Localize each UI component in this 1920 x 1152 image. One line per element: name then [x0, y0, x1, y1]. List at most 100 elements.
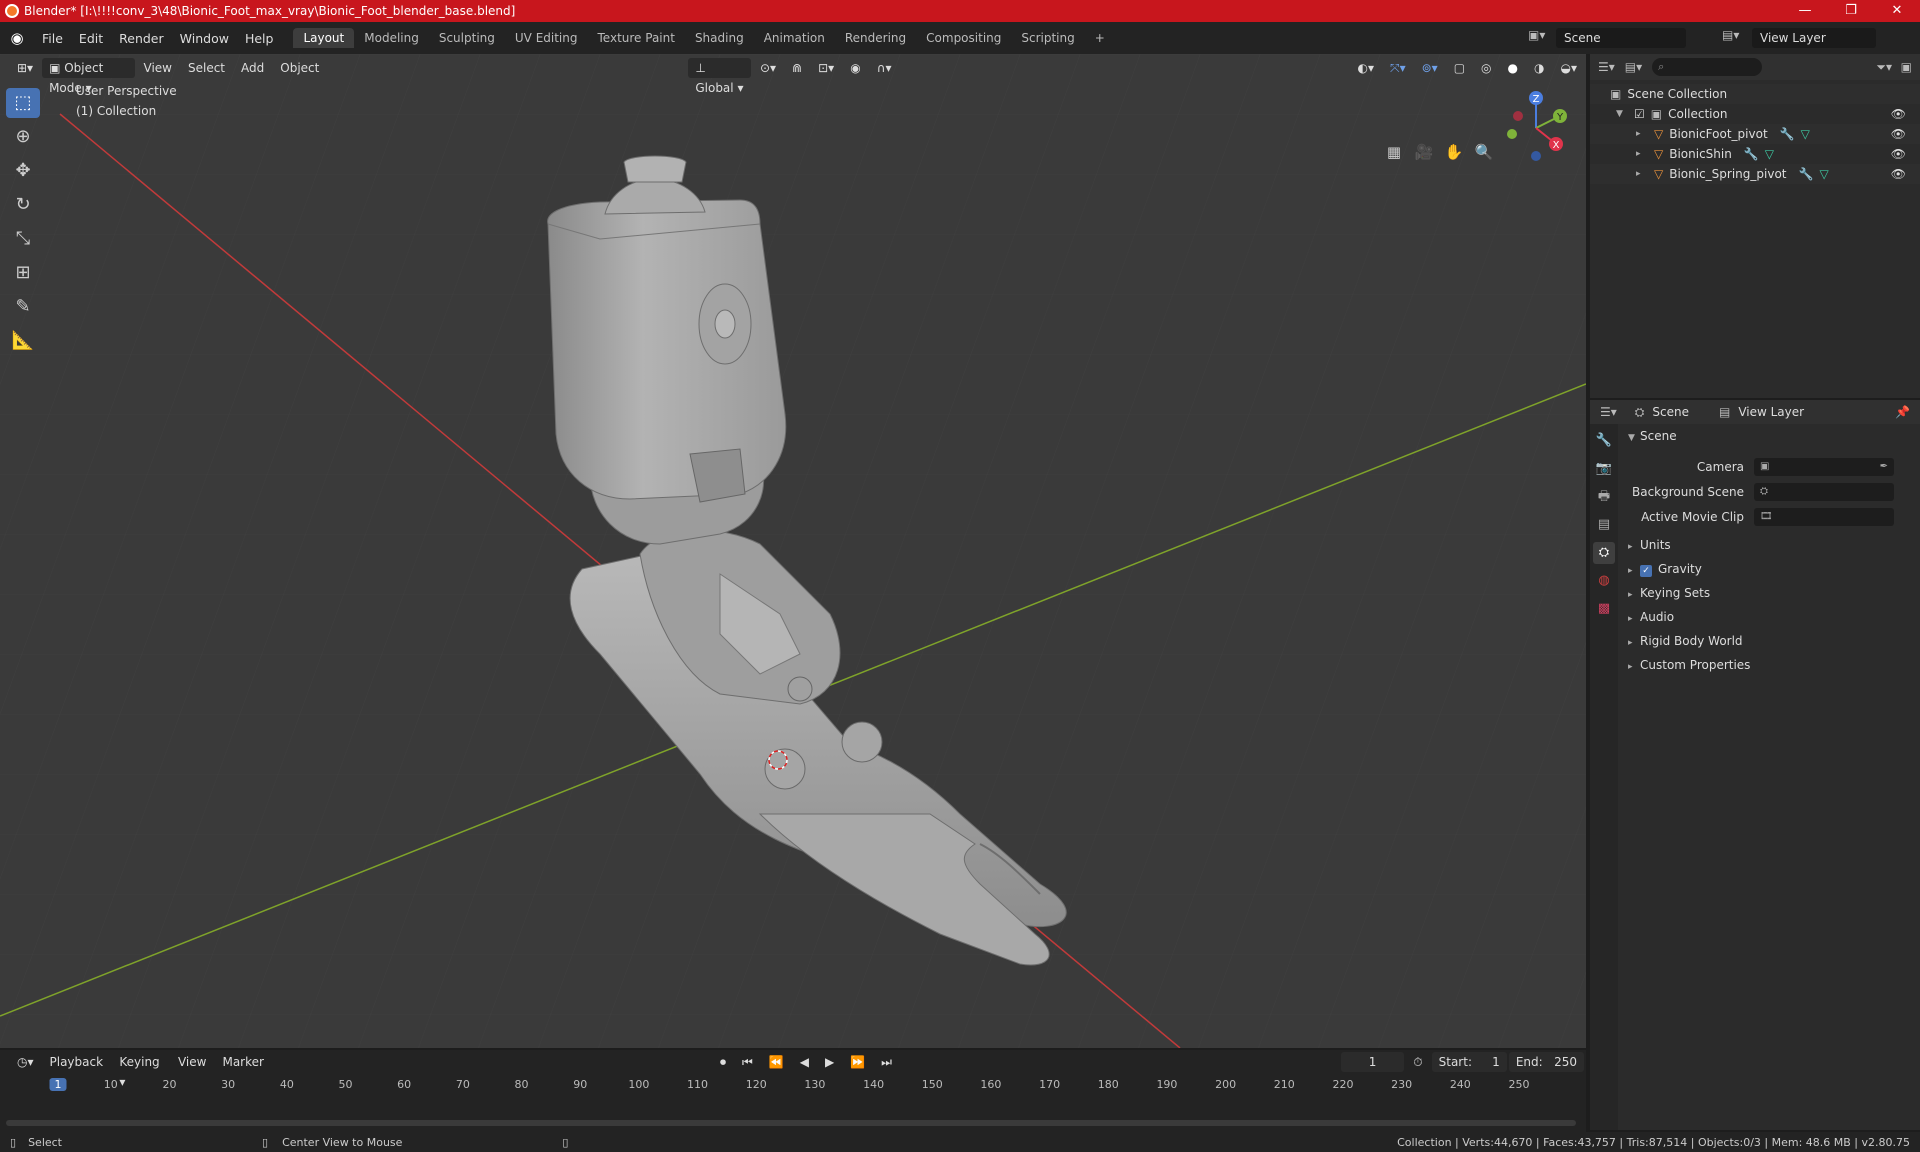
start-frame-field[interactable]: Start: 1 — [1431, 1052, 1507, 1072]
end-frame-field[interactable]: End: 250 — [1508, 1052, 1584, 1072]
tab-uv-editing[interactable]: UV Editing — [505, 28, 588, 48]
gizmo-neg-x-icon[interactable] — [1513, 111, 1523, 121]
snap-icon[interactable]: ⋒ — [785, 58, 809, 78]
play-icon[interactable]: ▶ — [818, 1052, 841, 1072]
view-layer-tab-label[interactable]: View Layer — [1738, 405, 1804, 419]
display-mode-icon[interactable]: ▤▾ — [1625, 60, 1642, 74]
scene-properties-icon[interactable]: ⛭ — [1593, 542, 1615, 564]
tab-texture-paint[interactable]: Texture Paint — [588, 28, 685, 48]
record-icon[interactable]: ⏺ — [713, 1052, 733, 1072]
outliner-collection[interactable]: ▼ ☑ ▣ Collection 👁 — [1590, 104, 1920, 124]
mesh-data-icon[interactable]: ▽ — [1765, 147, 1774, 161]
pin-icon[interactable]: 📌 — [1895, 405, 1910, 419]
render-properties-icon[interactable]: 📷 — [1593, 458, 1615, 480]
active-movie-clip-field[interactable]: 🎞 — [1754, 507, 1894, 526]
annotate-icon[interactable]: ✎ — [6, 292, 40, 322]
eye-icon[interactable]: 👁 — [1891, 127, 1906, 141]
timeline-scrollbar[interactable] — [6, 1120, 1576, 1126]
modifier-wrench-icon[interactable]: 🔧 — [1799, 167, 1814, 181]
timeline-view-menu[interactable]: View — [171, 1052, 213, 1072]
viewport-menu-select[interactable]: Select — [181, 58, 232, 78]
properties-editor-icon[interactable]: ☰▾ — [1600, 405, 1617, 419]
current-frame-field[interactable]: 1 — [1340, 1052, 1405, 1072]
timeline-editor-icon[interactable]: ◷▾ — [10, 1052, 41, 1072]
jump-start-icon[interactable]: ⏮ — [735, 1052, 760, 1072]
gizmo-toggle-icon[interactable]: ⤧▾ — [1383, 58, 1413, 78]
tab-sculpting[interactable]: Sculpting — [429, 28, 505, 48]
menu-file[interactable]: File — [34, 31, 71, 46]
shading-rendered-icon[interactable]: ◒▾ — [1554, 58, 1585, 78]
new-collection-icon[interactable]: ▣ — [1901, 60, 1912, 74]
toggle-grid-view-icon[interactable]: ▦ — [1380, 138, 1408, 166]
frame-ruler[interactable]: 1 10 20 30 40 50 60 70 80 90 100 110 120 130 140 150 160… — [0, 1078, 1586, 1098]
expand-arrow-icon[interactable]: ▸ — [1636, 169, 1648, 179]
scene-section-header[interactable]: ▼ Scene — [1620, 424, 1920, 448]
world-properties-icon[interactable]: ◍ — [1593, 570, 1615, 592]
tab-scripting[interactable]: Scripting — [1011, 28, 1084, 48]
select-box-icon[interactable]: ⬚ — [6, 88, 40, 118]
tab-modeling[interactable]: Modeling — [354, 28, 429, 48]
camera-view-icon[interactable]: 🎥 — [1410, 138, 1438, 166]
output-properties-icon[interactable]: 🖶 — [1593, 486, 1615, 508]
marker-menu[interactable]: Marker — [215, 1052, 270, 1072]
zoom-icon[interactable]: 🔍 — [1470, 138, 1498, 166]
outliner-object-row[interactable]: ▸ ▽ BionicFoot_pivot 🔧 ▽ 👁 — [1590, 124, 1920, 144]
eye-icon[interactable]: 👁 — [1891, 107, 1906, 121]
gizmo-neg-z-icon[interactable] — [1531, 151, 1541, 161]
editor-type-icon[interactable]: ⊞▾ — [10, 58, 40, 78]
gizmo-neg-y-icon[interactable] — [1507, 129, 1517, 139]
object-mode-dropdown[interactable]: ▣ Object Mode ▾ — [42, 58, 135, 95]
scene-selector-icon[interactable]: ▣▾ — [1528, 28, 1545, 42]
jump-end-icon[interactable]: ⏭ — [874, 1052, 899, 1072]
preview-range-icon[interactable]: ⏱ — [1406, 1052, 1429, 1072]
gravity-panel[interactable]: ▸ ✓ Gravity — [1620, 557, 1920, 581]
proportional-edit-icon[interactable]: ◉ — [843, 58, 867, 78]
eyedropper-icon[interactable]: ✒ — [1880, 458, 1888, 476]
outliner-object-row[interactable]: ▸ ▽ Bionic_Spring_pivot 🔧 ▽ 👁 — [1590, 164, 1920, 184]
eye-icon[interactable]: 👁 — [1891, 147, 1906, 161]
eye-icon[interactable]: 👁 — [1891, 167, 1906, 181]
tool-settings-icon[interactable]: 🔧 — [1593, 430, 1615, 452]
texture-properties-icon[interactable]: ▩ — [1593, 598, 1615, 620]
viewport-menu-object[interactable]: Object — [273, 58, 326, 78]
outliner-scene-collection[interactable]: ▣ Scene Collection — [1590, 84, 1920, 104]
modifier-wrench-icon[interactable]: 🔧 — [1780, 127, 1795, 141]
prev-keyframe-icon[interactable]: ⏪ — [762, 1052, 791, 1072]
measure-icon[interactable]: 📐 — [6, 326, 40, 356]
add-workspace-icon[interactable]: + — [1085, 28, 1115, 48]
viewport-menu-view[interactable]: View — [137, 58, 179, 78]
custom-properties-panel[interactable]: ▸ Custom Properties — [1620, 653, 1920, 677]
background-scene-field[interactable]: ⛭ — [1754, 482, 1894, 501]
gravity-checkbox[interactable]: ✓ — [1640, 565, 1652, 577]
menu-help[interactable]: Help — [237, 31, 282, 46]
outliner-editor-icon[interactable]: ☰▾ — [1598, 60, 1615, 74]
expand-arrow-icon[interactable]: ▼ — [1616, 109, 1628, 119]
shading-material-icon[interactable]: ◑ — [1527, 58, 1551, 78]
camera-field[interactable]: ▣ ✒ — [1754, 457, 1894, 476]
overlays-icon[interactable]: ⊚▾ — [1415, 58, 1445, 78]
audio-panel[interactable]: ▸ Audio — [1620, 605, 1920, 629]
outliner-object-row[interactable]: ▸ ▽ BionicShin 🔧 ▽ 👁 — [1590, 144, 1920, 164]
scene-name-field[interactable]: Scene — [1556, 28, 1686, 48]
transform-icon[interactable]: ⊞ — [6, 258, 40, 288]
close-button[interactable]: ✕ — [1874, 0, 1920, 22]
tab-layout[interactable]: Layout — [293, 28, 355, 48]
tab-shading[interactable]: Shading — [685, 28, 754, 48]
visibility-icon[interactable]: ◐▾ — [1351, 58, 1382, 78]
menu-edit[interactable]: Edit — [71, 31, 111, 46]
snap-target-icon[interactable]: ⊡▾ — [811, 58, 841, 78]
shading-wireframe-icon[interactable]: ◎ — [1474, 58, 1498, 78]
cursor-icon[interactable]: ⊕ — [6, 122, 40, 152]
mesh-data-icon[interactable]: ▽ — [1819, 167, 1828, 181]
tab-compositing[interactable]: Compositing — [916, 28, 1011, 48]
modifier-wrench-icon[interactable]: 🔧 — [1744, 147, 1759, 161]
scale-icon[interactable]: ⤡ — [6, 224, 40, 254]
move-icon[interactable]: ✥ — [6, 156, 40, 186]
mesh-data-icon[interactable]: ▽ — [1801, 127, 1810, 141]
scene-tab-label[interactable]: Scene — [1652, 405, 1689, 419]
keying-sets-panel[interactable]: ▸ Keying Sets — [1620, 581, 1920, 605]
rotate-icon[interactable]: ↻ — [6, 190, 40, 220]
pivot-point-icon[interactable]: ⊙▾ — [753, 58, 783, 78]
play-reverse-icon[interactable]: ◀ — [793, 1052, 816, 1072]
units-panel[interactable]: ▸ Units — [1620, 533, 1920, 557]
